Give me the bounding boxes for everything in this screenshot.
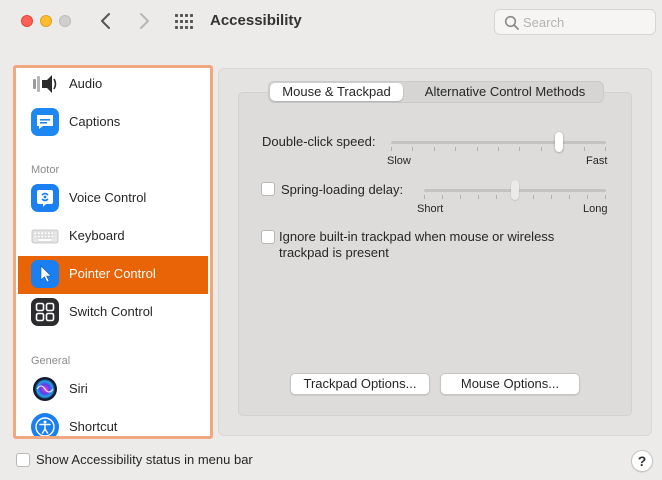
keyboard-icon (31, 222, 59, 250)
sidebar-item-audio[interactable]: Audio (18, 68, 208, 104)
spring-loading-short-label: Short (417, 203, 444, 215)
double-click-fast-label: Fast (586, 155, 608, 167)
slider-tick (442, 195, 443, 199)
zoom-window-button[interactable] (59, 15, 71, 27)
minimize-window-button[interactable] (40, 15, 52, 27)
slider-tick (519, 147, 520, 151)
search-field[interactable] (494, 9, 656, 35)
siri-icon (31, 375, 59, 403)
slider-knob[interactable] (555, 132, 563, 152)
sidebar-item-label: Audio (69, 76, 103, 91)
slider-tick (551, 195, 552, 199)
slider-tick (496, 195, 497, 199)
double-click-slow-label: Slow (387, 155, 411, 167)
slider-tick (434, 147, 435, 151)
slider-tick (584, 147, 585, 151)
sidebar-item-siri[interactable]: Siri (18, 371, 208, 409)
voice-control-icon (31, 184, 59, 212)
slider-tick (391, 147, 392, 151)
back-button[interactable] (96, 11, 116, 31)
slider-tick (424, 195, 425, 199)
sidebar-section-motor: Motor (31, 164, 60, 176)
show-status-checkbox[interactable] (16, 453, 30, 467)
search-icon (504, 15, 519, 30)
show-all-button[interactable] (174, 13, 196, 31)
slider-tick (605, 147, 606, 151)
sidebar-item-label: Siri (69, 381, 88, 396)
slider-tick (478, 195, 479, 199)
sidebar-item-label: Shortcut (69, 419, 118, 434)
tab-control[interactable]: Mouse & Trackpad Alternative Control Met… (268, 81, 604, 103)
sidebar-item-label: Switch Control (69, 304, 153, 319)
show-status-label: Show Accessibility status in menu bar (36, 452, 253, 467)
spring-loading-long-label: Long (583, 203, 608, 215)
sidebar-item-label: Keyboard (69, 228, 125, 243)
slider-knob[interactable] (511, 180, 519, 200)
sidebar-item-label: Voice Control (69, 190, 147, 205)
slider-track (391, 141, 606, 144)
ignore-trackpad-label-line1: Ignore built-in trackpad when mouse or w… (279, 229, 555, 244)
sidebar-item-pointer-control[interactable]: Pointer Control (18, 256, 208, 294)
slider-tick (460, 195, 461, 199)
sidebar-item-voice-control[interactable]: Voice Control (18, 180, 208, 218)
sidebar[interactable]: Audio Captions Motor Voice Control Keybo… (13, 65, 213, 439)
slider-tick (587, 195, 588, 199)
sidebar-section-general: General (31, 355, 71, 367)
slider-tick (533, 195, 534, 199)
slider-tick (605, 195, 606, 199)
switch-control-icon (31, 298, 59, 326)
window-title: Accessibility (210, 12, 302, 29)
sidebar-item-label: Pointer Control (69, 266, 156, 281)
sidebar-item-keyboard[interactable]: Keyboard (18, 218, 208, 256)
close-window-button[interactable] (21, 15, 33, 27)
captions-icon (31, 108, 59, 136)
tab-alternative-control-methods[interactable]: Alternative Control Methods (409, 83, 601, 101)
sidebar-item-shortcut[interactable]: Shortcut (18, 409, 208, 436)
sidebar-item-switch-control[interactable]: Switch Control (18, 294, 208, 332)
pointer-icon (31, 260, 59, 288)
slider-tick (455, 147, 456, 151)
slider-tick (477, 147, 478, 151)
accessibility-shortcut-icon (31, 413, 59, 436)
help-button[interactable]: ? (631, 450, 653, 472)
search-input[interactable] (523, 13, 649, 31)
ignore-trackpad-checkbox[interactable] (261, 230, 275, 244)
sidebar-item-label: Captions (69, 114, 121, 129)
ignore-trackpad-label-line2: trackpad is present (279, 245, 389, 260)
spring-loading-checkbox[interactable] (261, 182, 275, 196)
mouse-options-button[interactable]: Mouse Options... (440, 373, 580, 395)
slider-tick (412, 147, 413, 151)
grid-icon (175, 14, 193, 29)
chevron-right-icon (140, 13, 149, 29)
slider-tick (498, 147, 499, 151)
spring-loading-label: Spring-loading delay: (281, 182, 404, 197)
forward-button[interactable] (134, 11, 154, 31)
double-click-speed-label: Double-click speed: (262, 134, 376, 149)
double-click-speed-slider[interactable] (391, 132, 606, 152)
slider-tick (541, 147, 542, 151)
spring-loading-slider[interactable] (424, 180, 606, 200)
chevron-left-icon (101, 13, 110, 29)
trackpad-options-button[interactable]: Trackpad Options... (290, 373, 430, 395)
window-toolbar: Accessibility (0, 0, 662, 46)
speaker-icon (31, 70, 59, 98)
tab-mouse-trackpad[interactable]: Mouse & Trackpad (270, 83, 403, 101)
slider-tick (569, 195, 570, 199)
sidebar-item-captions[interactable]: Captions (18, 104, 208, 142)
